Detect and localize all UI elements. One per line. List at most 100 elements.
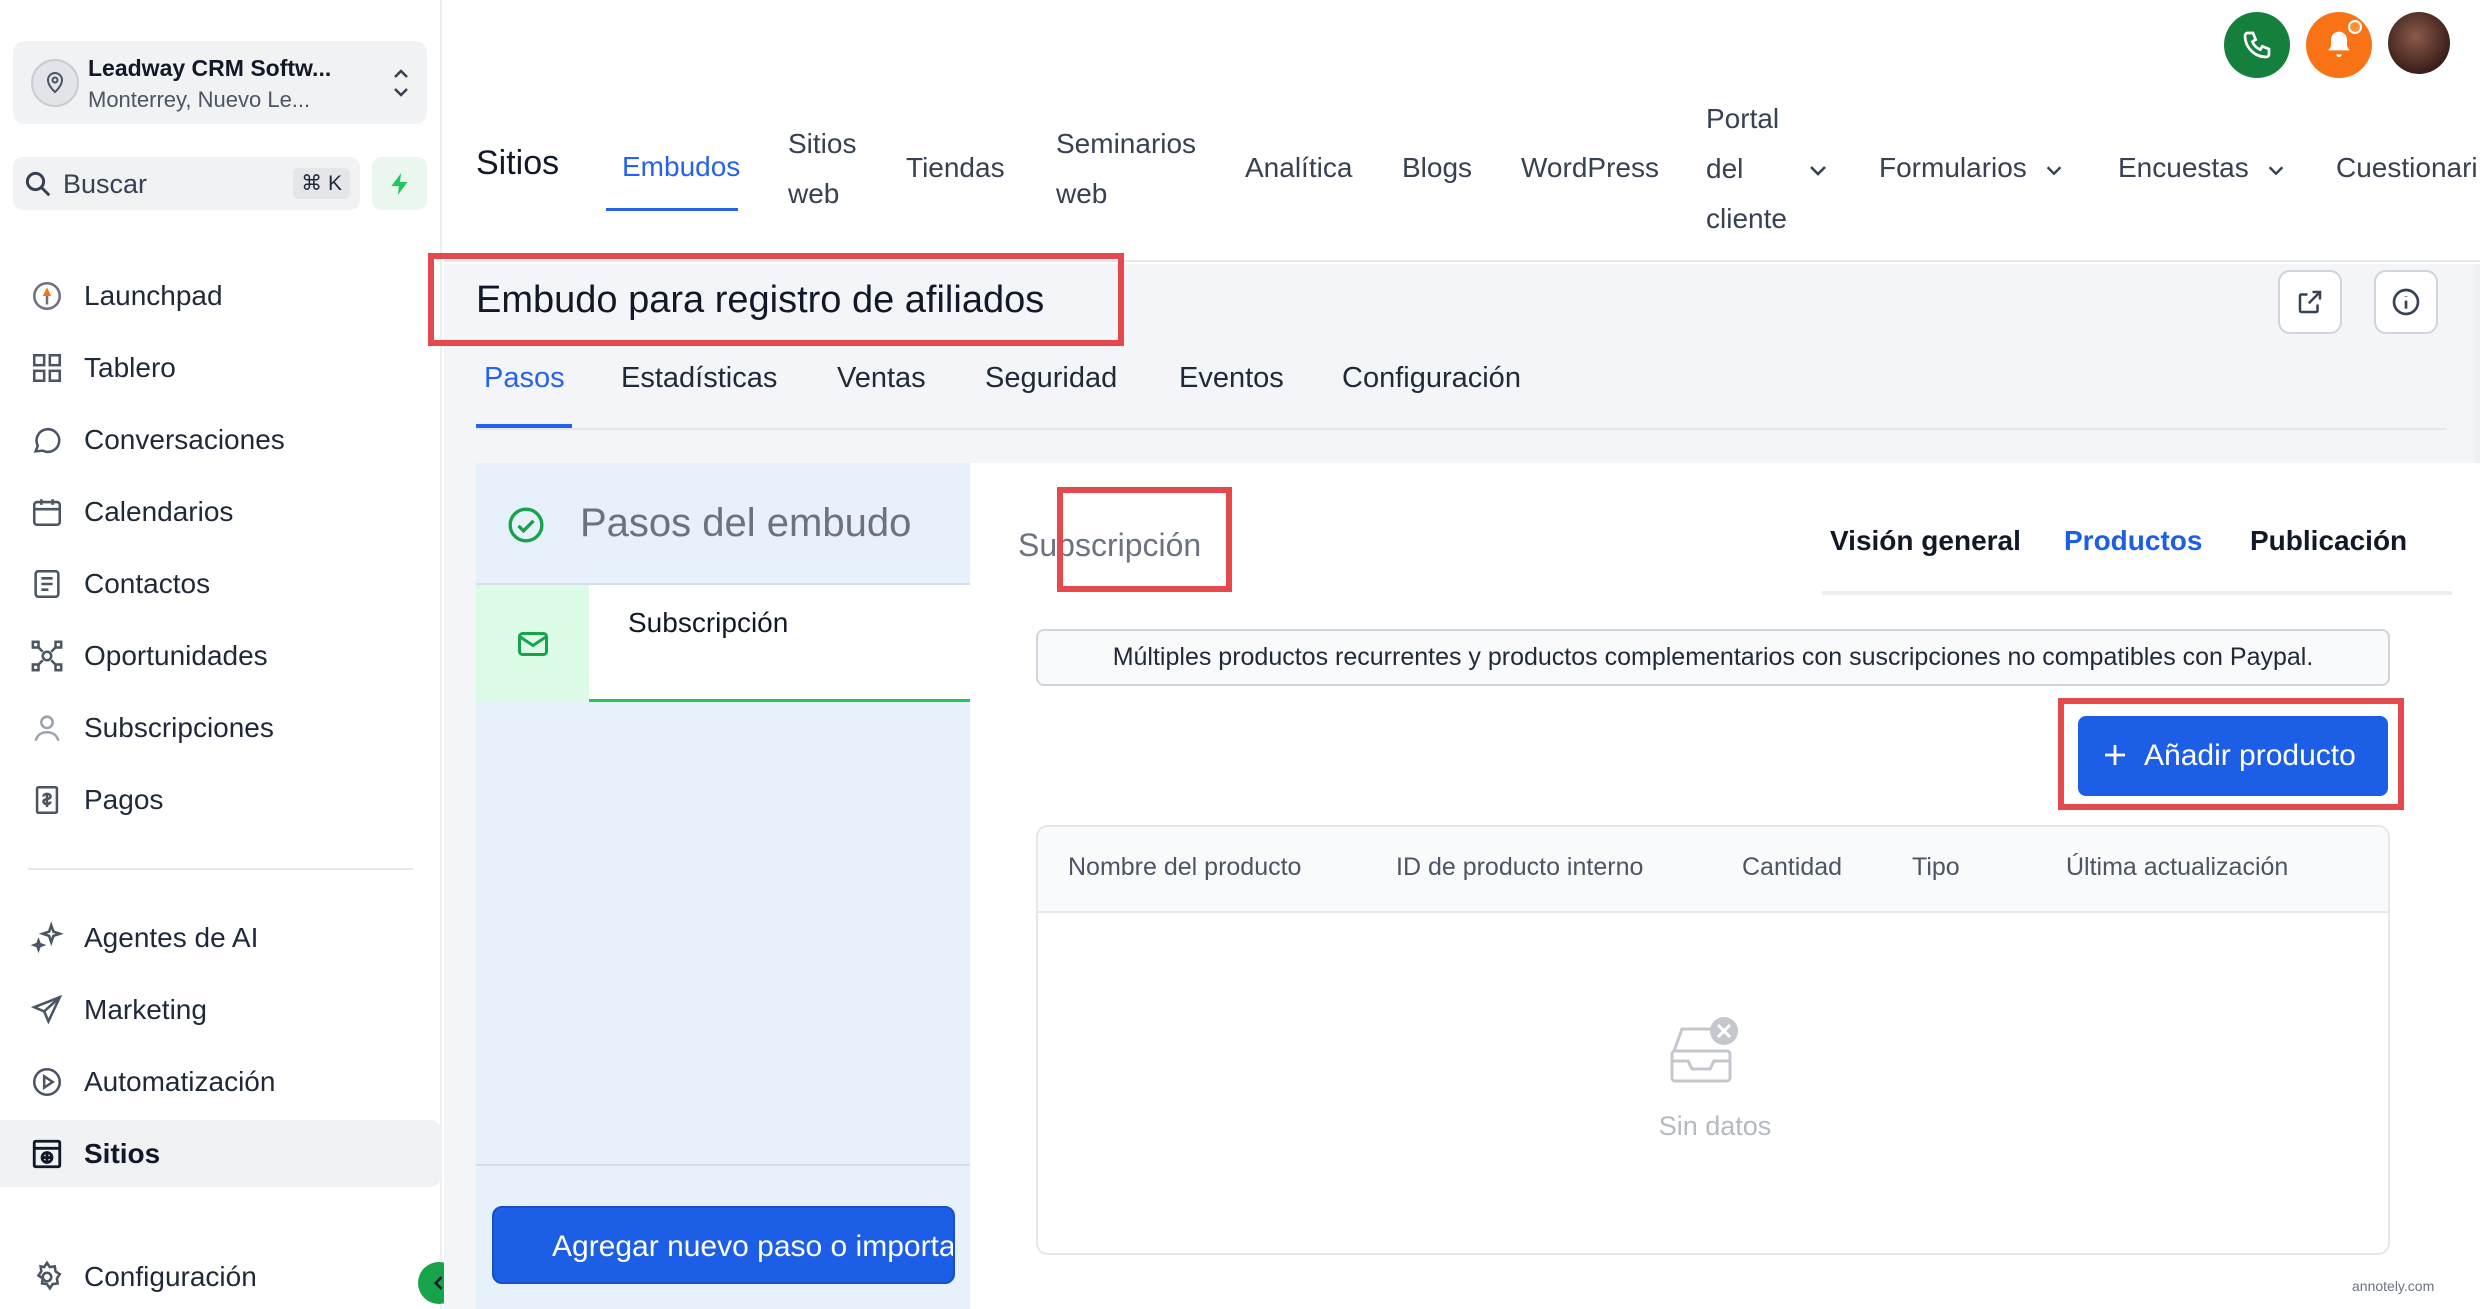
tab-configuracion[interactable]: Configuración <box>1342 362 1521 395</box>
tab-cuestionarios[interactable]: Cuestionari <box>2336 143 2478 193</box>
sidebar-item-calendarios[interactable]: Calendarios <box>0 478 442 545</box>
sidebar-item-subscripciones[interactable]: Subscripciones <box>0 694 442 761</box>
sidebar-item-marketing[interactable]: Marketing <box>0 976 442 1043</box>
watermark: annotely.com <box>2352 1278 2435 1294</box>
tab-vision-general[interactable]: Visión general <box>1830 525 2021 557</box>
steps-header: Pasos del embudo <box>476 463 970 585</box>
sidebar-item-label: Contactos <box>84 567 211 599</box>
phone-icon <box>2243 31 2271 59</box>
quick-action-button[interactable] <box>372 157 427 210</box>
mail-icon <box>476 585 589 702</box>
tab-publicacion[interactable]: Publicación <box>2250 525 2407 557</box>
tab-pasos[interactable]: Pasos <box>484 362 565 395</box>
tab-blogs[interactable]: Blogs <box>1402 143 1472 193</box>
tab-wordpress[interactable]: WordPress <box>1521 143 1659 193</box>
sidebar-item-automatizacion[interactable]: Automatización <box>0 1048 442 1115</box>
paypal-notice: Múltiples productos recurrentes y produc… <box>1036 629 2390 686</box>
send-icon <box>28 991 66 1029</box>
top-navigation: Sitios Embudos Sitios web Tiendas Semina… <box>444 0 2480 262</box>
tab-ventas[interactable]: Ventas <box>837 362 926 395</box>
sidebar-item-configuracion[interactable]: Configuración <box>0 1243 442 1309</box>
tab-analitica[interactable]: Analítica <box>1245 143 1352 193</box>
sidebar-item-agentes-ai[interactable]: Agentes de AI <box>0 904 442 971</box>
automation-icon <box>28 1063 66 1101</box>
empty-inbox-icon <box>1670 1017 1738 1083</box>
sidebar-item-label: Marketing <box>84 993 207 1025</box>
gear-icon <box>28 1258 66 1296</box>
sidebar-item-label: Configuración <box>84 1260 257 1292</box>
chat-icon <box>28 421 66 459</box>
subscriptions-icon <box>28 709 66 747</box>
tab-formularios[interactable]: Formularios <box>1879 143 2065 193</box>
notifications-button[interactable] <box>2306 12 2372 78</box>
tab-eventos[interactable]: Eventos <box>1179 362 1284 395</box>
account-location: Monterrey, Nuevo Le... <box>88 87 311 112</box>
payments-icon <box>28 781 66 819</box>
tab-label-line: Portal <box>1706 103 1780 134</box>
account-switcher[interactable]: Leadway CRM Softw... Monterrey, Nuevo Le… <box>13 41 427 124</box>
opportunities-icon <box>28 637 66 675</box>
lightning-icon <box>390 172 408 195</box>
tabs-divider <box>476 428 2446 430</box>
tab-productos[interactable]: Productos <box>2064 525 2202 557</box>
tab-label-line: web <box>1056 178 1108 209</box>
sidebar-item-conversaciones[interactable]: Conversaciones <box>0 406 442 473</box>
tab-estadisticas[interactable]: Estadísticas <box>621 362 777 395</box>
rocket-icon <box>28 277 66 315</box>
column-header[interactable]: ID de producto interno <box>1396 853 1643 882</box>
tab-encuestas[interactable]: Encuestas <box>2118 143 2287 193</box>
tab-seguridad[interactable]: Seguridad <box>985 362 1117 395</box>
tab-label-line: Seminarios <box>1056 128 1197 159</box>
sidebar-item-oportunidades[interactable]: Oportunidades <box>0 622 442 689</box>
sidebar-item-pagos[interactable]: Pagos <box>0 766 442 833</box>
search-shortcut: ⌘ K <box>293 168 350 199</box>
steps-footer-divider <box>476 1164 970 1166</box>
funnel-steps-panel: Pasos del embudo Subscripción Agregar nu… <box>476 463 970 1309</box>
chevron-down-icon[interactable] <box>1806 158 1830 182</box>
user-avatar[interactable] <box>2388 12 2450 74</box>
sparkle-icon <box>28 919 66 957</box>
location-icon <box>31 59 79 107</box>
step-label: Subscripción <box>628 607 789 638</box>
column-header[interactable]: Nombre del producto <box>1068 853 1301 882</box>
tab-label-line: Sitios <box>788 128 857 159</box>
tab-sitios-web[interactable]: Sitios web <box>788 119 856 219</box>
add-step-button[interactable]: Agregar nuevo paso o importar <box>492 1206 955 1284</box>
sidebar-item-label: Tablero <box>84 351 176 383</box>
column-header[interactable]: Tipo <box>1912 853 1960 882</box>
steps-title: Pasos del embudo <box>580 501 912 545</box>
tab-label: Encuestas <box>2118 152 2249 183</box>
contacts-icon <box>28 565 66 603</box>
sidebar-item-contactos[interactable]: Contactos <box>0 550 442 617</box>
account-name: Leadway CRM Softw... <box>88 55 332 81</box>
sidebar-item-tablero[interactable]: Tablero <box>0 334 442 401</box>
sidebar-item-label: Calendarios <box>84 495 234 527</box>
sidebar-item-sitios[interactable]: Sitios <box>0 1120 442 1187</box>
tab-label-line: cliente <box>1706 203 1787 234</box>
table-header: Nombre del producto ID de producto inter… <box>1038 827 2388 913</box>
sidebar-item-label: Automatización <box>84 1065 276 1097</box>
funnel-step[interactable]: Subscripción <box>476 585 970 702</box>
info-button[interactable] <box>2374 270 2438 334</box>
open-external-button[interactable] <box>2278 270 2342 334</box>
call-button[interactable] <box>2224 12 2290 78</box>
tab-tiendas[interactable]: Tiendas <box>906 143 1005 193</box>
tab-portal-del-cliente[interactable]: Portal del cliente <box>1706 94 1787 244</box>
notification-dot <box>2348 20 2362 34</box>
active-tab-indicator <box>476 424 572 428</box>
search-icon <box>25 171 51 197</box>
column-header[interactable]: Última actualización <box>2066 853 2288 882</box>
sidebar-item-launchpad[interactable]: Launchpad <box>0 262 442 329</box>
external-link-icon <box>2298 290 2322 314</box>
active-tab-indicator <box>606 208 738 211</box>
tab-seminarios-web[interactable]: Seminarios web <box>1056 119 1196 219</box>
sidebar-item-label: Launchpad <box>84 279 223 311</box>
tab-embudos[interactable]: Embudos <box>622 142 740 192</box>
highlight-box <box>2058 698 2404 810</box>
panel-tabs-track <box>1822 591 2452 595</box>
chevron-down-icon <box>2046 166 2062 175</box>
search-button[interactable]: Buscar ⌘ K <box>13 157 360 210</box>
chevron-down-icon <box>2268 166 2284 175</box>
column-header[interactable]: Cantidad <box>1742 853 1842 882</box>
dashboard-icon <box>28 349 66 387</box>
